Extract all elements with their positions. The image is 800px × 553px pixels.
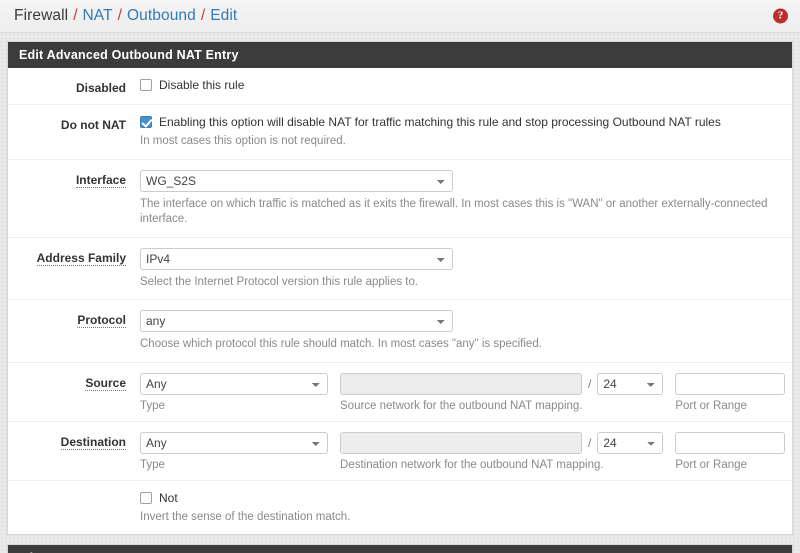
- label-disabled: Disabled: [75, 81, 126, 95]
- control-not: Not Invert the sense of the destination …: [140, 491, 792, 526]
- misc-panel: Misc No XMLRPC Sync Prevents the rule on…: [7, 544, 793, 553]
- help-address-family: Select the Internet Protocol version thi…: [140, 275, 419, 288]
- label-text-address-family: Address Family: [36, 250, 126, 266]
- breadcrumb-separator-3: /: [200, 7, 206, 24]
- control-destination: Any Type / 24 Destination network for th…: [140, 431, 792, 471]
- checkbox-label-not[interactable]: Not: [159, 491, 178, 505]
- destination-port-sub-label: Port or Range: [675, 458, 747, 471]
- checkbox-box-do-not-nat[interactable]: [140, 116, 152, 128]
- source-address-group: Any Type / 24 Source network for the out…: [140, 372, 786, 412]
- destination-type-col: Any Type: [140, 431, 328, 471]
- destination-network-input[interactable]: [340, 431, 582, 454]
- control-protocol: any Choose which protocol this rule shou…: [140, 310, 792, 353]
- destination-type-select[interactable]: Any: [140, 431, 328, 454]
- row-disabled: Disabled Disable this rule: [8, 68, 792, 105]
- help-interface: The interface on which traffic is matche…: [140, 197, 768, 226]
- page-content: Edit Advanced Outbound NAT Entry Disable…: [0, 33, 800, 553]
- source-type-sub-label: Type: [140, 399, 165, 412]
- row-source: Source Any Type / 24 Source network for …: [8, 363, 792, 422]
- source-network-sub-label: Source network for the outbound NAT mapp…: [340, 399, 583, 412]
- row-address-family: Address Family IPv4 Select the Internet …: [8, 238, 792, 301]
- help-do-not-nat: In most cases this option is not require…: [140, 135, 346, 147]
- breadcrumb-bar: Firewall / NAT / Outbound / Edit ?: [0, 0, 800, 33]
- label-text-source: Source: [85, 375, 126, 391]
- row-interface: Interface WG_S2S The interface on which …: [8, 160, 792, 238]
- destination-slash-separator: /: [588, 435, 592, 450]
- control-source: Any Type / 24 Source network for the out…: [140, 372, 792, 412]
- destination-mask-select[interactable]: 24: [597, 431, 664, 454]
- label-interface: Interface: [8, 170, 140, 188]
- checkbox-do-not-nat[interactable]: Enabling this option will disable NAT fo…: [140, 115, 780, 129]
- destination-address-group: Any Type / 24 Destination network for th…: [140, 431, 786, 471]
- breadcrumb-separator-1: /: [73, 7, 78, 24]
- breadcrumb-root: Firewall: [14, 7, 69, 25]
- help-not: Invert the sense of the destination matc…: [140, 510, 351, 523]
- help-protocol: Choose which protocol this rule should m…: [140, 338, 542, 351]
- source-port-input[interactable]: [675, 372, 786, 395]
- checkbox-label-do-not-nat[interactable]: Enabling this option will disable NAT fo…: [159, 115, 721, 129]
- row-not: Not Invert the sense of the destination …: [8, 481, 792, 535]
- checkbox-box-not[interactable]: [140, 491, 152, 504]
- breadcrumb-item-nat[interactable]: NAT: [83, 8, 113, 24]
- address-family-select[interactable]: IPv4: [140, 247, 453, 270]
- checkbox-disable-this-rule[interactable]: Disable this rule: [140, 78, 780, 92]
- source-slash-separator: /: [588, 376, 592, 391]
- destination-port-input[interactable]: [675, 431, 786, 454]
- edit-outbound-nat-panel: Edit Advanced Outbound NAT Entry Disable…: [7, 41, 793, 536]
- destination-network-col: / 24 Destination network for the outboun…: [340, 431, 664, 471]
- destination-network-sub-label: Destination network for the outbound NAT…: [340, 458, 604, 471]
- source-mask-select[interactable]: 24: [597, 372, 664, 395]
- source-port-col: Port or Range: [675, 372, 786, 412]
- label-text-interface: Interface: [75, 172, 126, 188]
- control-disabled: Disable this rule: [140, 78, 792, 92]
- panel-title-misc: Misc: [8, 545, 792, 553]
- destination-type-sub-label: Type: [140, 458, 165, 471]
- label-destination: Destination: [8, 432, 140, 450]
- source-network-col: / 24 Source network for the outbound NAT…: [340, 372, 664, 412]
- breadcrumb-separator-2: /: [117, 7, 122, 24]
- breadcrumb-item-edit[interactable]: Edit: [210, 8, 237, 24]
- checkbox-label-disable-rule[interactable]: Disable this rule: [159, 78, 244, 92]
- panel-body-main: Disabled Disable this rule Do not NAT En…: [8, 68, 792, 534]
- label-source: Source: [8, 373, 140, 391]
- control-address-family: IPv4 Select the Internet Protocol versio…: [140, 247, 792, 291]
- destination-network-inline: / 24: [340, 431, 664, 454]
- label-text-protocol: Protocol: [77, 313, 126, 329]
- label-do-not-nat: Do not NAT: [60, 118, 126, 132]
- label-text-destination: Destination: [60, 434, 126, 450]
- checkbox-box-disable-rule[interactable]: [140, 79, 152, 91]
- panel-title-main: Edit Advanced Outbound NAT Entry: [8, 42, 792, 68]
- control-do-not-nat: Enabling this option will disable NAT fo…: [140, 115, 792, 150]
- row-protocol: Protocol any Choose which protocol this …: [8, 300, 792, 363]
- row-do-not-nat: Do not NAT Enabling this option will dis…: [8, 105, 792, 160]
- label-address-family: Address Family: [8, 248, 140, 266]
- checkbox-not[interactable]: Not: [140, 491, 780, 505]
- row-destination: Destination Any Type / 24 Destination ne…: [8, 422, 792, 481]
- source-port-sub-label: Port or Range: [675, 399, 747, 412]
- destination-port-col: Port or Range: [675, 431, 786, 471]
- label-protocol: Protocol: [8, 310, 140, 329]
- source-type-select[interactable]: Any: [140, 372, 328, 395]
- control-interface: WG_S2S The interface on which traffic is…: [140, 169, 792, 228]
- label-not-spacer: [8, 491, 140, 494]
- help-icon[interactable]: ?: [773, 8, 788, 24]
- source-network-input[interactable]: [340, 372, 582, 395]
- source-network-inline: / 24: [340, 372, 664, 395]
- protocol-select[interactable]: any: [140, 310, 453, 333]
- interface-select[interactable]: WG_S2S: [140, 169, 453, 192]
- source-type-col: Any Type: [140, 372, 328, 412]
- breadcrumb-item-outbound[interactable]: Outbound: [127, 8, 196, 24]
